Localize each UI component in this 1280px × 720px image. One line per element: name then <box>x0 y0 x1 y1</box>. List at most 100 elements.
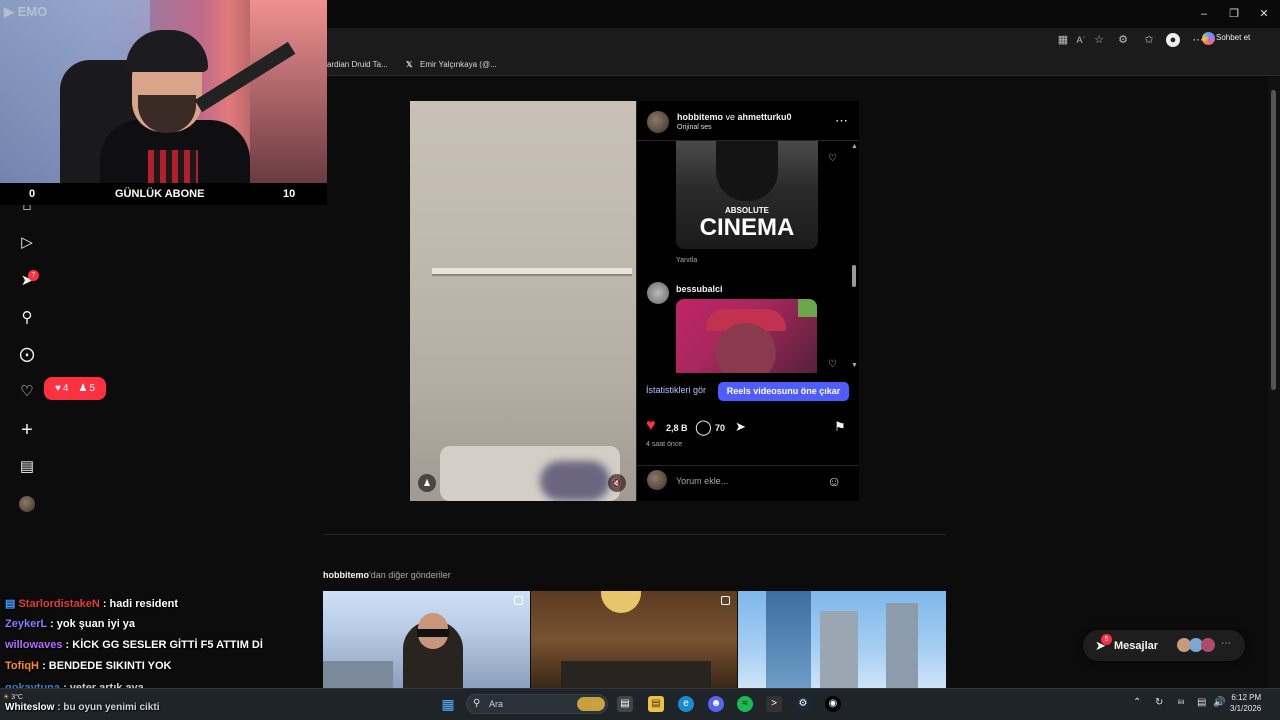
emoji-icon[interactable]: ☺ <box>827 473 841 489</box>
file-explorer-icon[interactable]: ▤ <box>648 696 664 712</box>
section-divider <box>323 534 946 535</box>
reels-icon[interactable]: ▷ <box>17 233 37 253</box>
chat-text: : KİCK GG SESLER GİTTİ F5 ATTIM Dİ <box>62 639 263 651</box>
my-avatar <box>647 470 667 490</box>
taskbar-search[interactable]: ⚲ Ara <box>466 694 608 714</box>
discord-icon[interactable]: ☻ <box>708 696 724 712</box>
favorite-star-icon[interactable]: ☆ <box>1092 33 1106 47</box>
page-scroll-thumb[interactable] <box>1271 90 1276 390</box>
comment-composer <box>636 465 859 500</box>
restore-icon[interactable]: ❐ <box>1226 6 1242 22</box>
profile-icon[interactable]: ● <box>1166 33 1180 47</box>
create-plus-icon[interactable]: + <box>17 420 37 440</box>
extensions-icon[interactable]: ⚙ <box>1116 33 1130 47</box>
profile-avatar[interactable] <box>19 496 35 512</box>
scroll-up-icon[interactable]: ▲ <box>851 143 858 150</box>
share-icon[interactable]: ➤ <box>735 419 746 435</box>
favorite-link[interactable]: Emir Yalçınkaya (@... <box>420 60 497 69</box>
chat-text: : BENDEDE SIKINTI YOK <box>39 660 172 672</box>
post-thumbnail[interactable] <box>323 591 530 688</box>
chat-message: ZeykerL : yok şuan iyi ya <box>5 618 135 630</box>
edge-icon[interactable]: e <box>678 696 694 712</box>
chat-message: TofiqH : BENDEDE SIKINTI YOK <box>5 660 171 672</box>
chat-message: ▤ StarlordistakeN : hadi resident <box>5 597 178 610</box>
tray-sync-icon[interactable]: ↻ <box>1155 697 1163 708</box>
activity-pill[interactable]: ♥ 4 ♟ 5 <box>44 377 106 400</box>
terminal-icon[interactable]: > <box>766 696 782 712</box>
minimize-icon[interactable]: – <box>1196 6 1212 22</box>
obs-icon[interactable]: ◉ <box>825 696 841 712</box>
network-icon[interactable]: ▤ <box>1197 697 1206 708</box>
scroll-down-icon[interactable]: ▼ <box>851 362 858 369</box>
cam-door <box>250 0 327 183</box>
comment-icon[interactable]: ◯ <box>695 418 712 436</box>
comments-scroll-thumb[interactable] <box>852 265 856 287</box>
more-icon: ⋯ <box>1221 638 1231 649</box>
reply-link[interactable]: Yanıtla <box>676 257 697 264</box>
reel-video[interactable]: ♟ 🔇 <box>410 101 636 501</box>
thumb-tower <box>766 591 811 688</box>
author-name[interactable]: hobbitemo <box>677 112 723 122</box>
search-placeholder: Ara <box>489 699 504 709</box>
messages-label[interactable]: Mesajlar <box>1114 640 1158 652</box>
clock-time: 6:12 PM <box>1231 693 1262 702</box>
weather-icon: ☀ <box>3 694 10 701</box>
favorites-icon[interactable]: ✩ <box>1142 33 1156 47</box>
bookmark-icon[interactable]: ⚑ <box>834 419 846 435</box>
thumb-tower <box>820 611 858 688</box>
gif-person <box>716 141 778 201</box>
coauthor-name[interactable]: ahmetturku0 <box>738 112 792 122</box>
commenter-avatar[interactable] <box>647 282 669 304</box>
comment-like-icon[interactable]: ♡ <box>828 153 837 164</box>
messages-pill[interactable]: ➤ 5 ⋯ <box>1083 630 1245 661</box>
author-avatar[interactable] <box>647 111 669 133</box>
windows-start-icon[interactable]: ▦ <box>440 696 456 712</box>
read-aloud-icon[interactable]: Aʿ <box>1074 33 1088 47</box>
goal-label: GÜNLÜK ABONE <box>115 188 205 200</box>
likes-count[interactable]: 2,8 B <box>666 423 688 433</box>
webcam-overlay: ▶ EMO <box>0 0 327 183</box>
likes-count: 4 <box>62 383 69 394</box>
comments-count[interactable]: 70 <box>715 423 725 433</box>
view-insights-link[interactable]: İstatistikleri gör <box>646 385 706 395</box>
chat-message: Whiteslow : bu oyun yenimi cikti <box>5 702 159 713</box>
steam-icon[interactable]: ⚙ <box>795 696 811 712</box>
tray-chevron-icon[interactable]: ⌃ <box>1133 697 1141 708</box>
more-posts-suffix: 'dan diğer gönderiler <box>369 570 451 580</box>
search-icon[interactable]: ⚲ <box>17 308 37 328</box>
weather-widget[interactable]: ☀ 3°C <box>3 694 23 702</box>
carousel-icon <box>514 596 523 605</box>
spotify-icon[interactable]: ≈ <box>737 696 753 712</box>
audio-label[interactable]: Orijinal ses <box>677 124 712 131</box>
comment-input[interactable]: Yorum ekle... <box>676 476 728 486</box>
more-options-icon[interactable]: ⋯ <box>835 113 848 129</box>
stream-watermark: ▶ EMO <box>4 4 48 19</box>
gif-caption-main: CINEMA <box>699 214 795 241</box>
favorite-link[interactable]: ardian Druid Ta... <box>327 60 388 69</box>
explore-icon[interactable]: ⨀ <box>17 345 37 365</box>
goal-target: 10 <box>283 188 296 200</box>
notifications-heart-icon[interactable]: ♡ <box>17 382 37 402</box>
copilot-icon[interactable] <box>1202 32 1215 45</box>
mute-icon[interactable]: 🔇 <box>608 474 626 492</box>
volume-icon[interactable]: 🔊 <box>1213 697 1225 708</box>
boost-reel-button[interactable]: Reels videosunu öne çıkar <box>718 382 849 401</box>
subscriber-goal-bar: 0 GÜNLÜK ABONE 10 <box>0 183 327 205</box>
close-icon[interactable]: ✕ <box>1256 6 1272 22</box>
follows-count: 5 <box>89 383 96 394</box>
post-thumbnail[interactable] <box>531 591 737 688</box>
task-view-icon[interactable]: ▤ <box>617 696 633 712</box>
comment-like-icon[interactable]: ♡ <box>828 359 837 370</box>
like-filled-icon[interactable]: ♥ <box>646 417 656 435</box>
commenter-name[interactable]: bessubalci <box>676 284 723 294</box>
copilot-chat-button[interactable]: Sohbet et <box>1216 33 1250 42</box>
tagged-user-icon[interactable]: ♟ <box>418 474 436 492</box>
more-posts-user[interactable]: hobbitemo <box>323 570 369 580</box>
app-grid-icon[interactable]: ▦ <box>1056 33 1070 47</box>
microphone-icon[interactable]: ⎂ <box>1177 697 1185 708</box>
post-thumbnail[interactable] <box>738 591 946 688</box>
dashboard-icon[interactable]: ▤ <box>17 457 37 477</box>
clock-date: 3/1/2026 <box>1230 704 1262 713</box>
post-actions: ♥ 2,8 B ◯ 70 ➤ ⚑ <box>646 417 851 437</box>
taskbar-clock[interactable]: 6:12 PM 3/1/2026 <box>1230 692 1261 714</box>
